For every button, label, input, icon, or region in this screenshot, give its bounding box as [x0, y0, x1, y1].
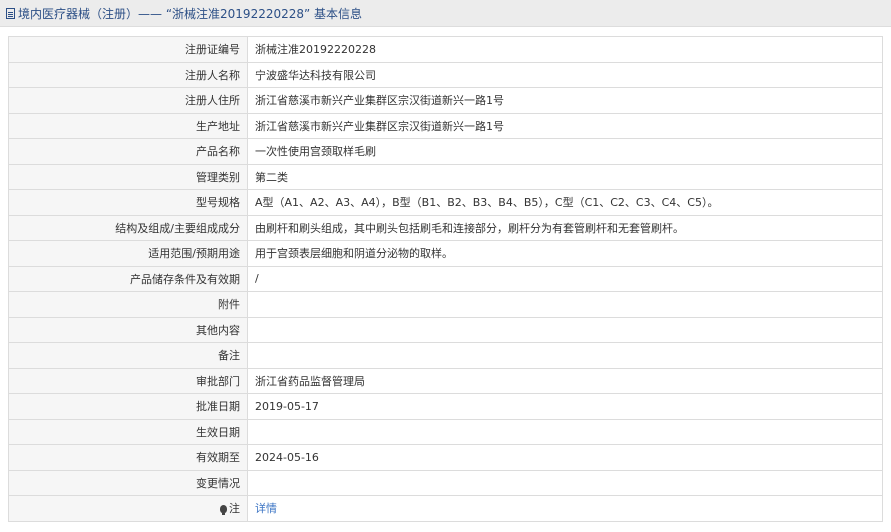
- field-value: 浙江省慈溪市新兴产业集群区宗汉街道新兴一路1号: [247, 87, 883, 114]
- table-row: 产品储存条件及有效期 /: [8, 265, 883, 292]
- table-row: 批准日期 2019-05-17: [8, 393, 883, 420]
- table-row: 注册人名称 宁波盛华达科技有限公司: [8, 61, 883, 88]
- document-icon: [6, 7, 15, 19]
- note-row: 注 详情: [8, 495, 883, 522]
- details-link[interactable]: 详情: [255, 502, 277, 515]
- field-label: 附件: [8, 291, 248, 318]
- table-row: 审批部门 浙江省药品监督管理局: [8, 367, 883, 394]
- table-row: 型号规格 A型（A1、A2、A3、A4），B型（B1、B2、B3、B4、B5），C…: [8, 189, 883, 216]
- table-row: 其他内容: [8, 316, 883, 343]
- field-value: [247, 316, 883, 343]
- table-row: 有效期至 2024-05-16: [8, 444, 883, 471]
- field-label: 适用范围/预期用途: [8, 240, 248, 267]
- field-value: [247, 291, 883, 318]
- field-value: /: [247, 265, 883, 292]
- field-label: 生效日期: [8, 418, 248, 445]
- info-table: 注册证编号 浙械注准20192220228 注册人名称 宁波盛华达科技有限公司 注册人住…: [8, 36, 883, 522]
- field-value: 宁波盛华达科技有限公司: [247, 61, 883, 88]
- field-label: 有效期至: [8, 444, 248, 471]
- field-label: 产品储存条件及有效期: [8, 265, 248, 292]
- field-label: 审批部门: [8, 367, 248, 394]
- field-label: 注册人名称: [8, 61, 248, 88]
- table-row: 产品名称 一次性使用宫颈取样毛刷: [8, 138, 883, 165]
- table-row: 变更情况: [8, 469, 883, 496]
- field-label: 批准日期: [8, 393, 248, 420]
- table-row: 注册人住所 浙江省慈溪市新兴产业集群区宗汉街道新兴一路1号: [8, 87, 883, 114]
- field-value: [247, 469, 883, 496]
- field-value: 2024-05-16: [247, 444, 883, 471]
- table-row: 结构及组成/主要组成成分 由刷杆和刷头组成，其中刷头包括刷毛和连接部分，刷杆分为有…: [8, 214, 883, 241]
- field-label: 产品名称: [8, 138, 248, 165]
- field-value: 用于宫颈表层细胞和阴道分泌物的取样。: [247, 240, 883, 267]
- field-label: 型号规格: [8, 189, 248, 216]
- field-value: 一次性使用宫颈取样毛刷: [247, 138, 883, 165]
- page-header: 境内医疗器械（注册）—— “浙械注准20192220228” 基本信息: [0, 0, 891, 27]
- table-row: 生效日期: [8, 418, 883, 445]
- field-value: A型（A1、A2、A3、A4），B型（B1、B2、B3、B4、B5），C型（C1…: [247, 189, 883, 216]
- field-label: 其他内容: [8, 316, 248, 343]
- field-value: 浙械注准20192220228: [247, 36, 883, 63]
- field-label: 注册人住所: [8, 87, 248, 114]
- field-label: 管理类别: [8, 163, 248, 190]
- table-row: 适用范围/预期用途 用于宫颈表层细胞和阴道分泌物的取样。: [8, 240, 883, 267]
- field-label: 备注: [8, 342, 248, 369]
- note-label-cell: 注: [8, 495, 248, 522]
- note-label: 注: [229, 502, 240, 516]
- table-row: 备注: [8, 342, 883, 369]
- field-label: 注册证编号: [8, 36, 248, 63]
- info-table-body: 注册证编号 浙械注准20192220228 注册人名称 宁波盛华达科技有限公司 注册人住…: [8, 36, 883, 522]
- table-row: 管理类别 第二类: [8, 163, 883, 190]
- bulb-icon: [220, 505, 227, 516]
- field-value: 浙江省药品监督管理局: [247, 367, 883, 394]
- note-value-cell: 详情: [247, 495, 883, 522]
- table-row: 注册证编号 浙械注准20192220228: [8, 36, 883, 63]
- table-row: 附件: [8, 291, 883, 318]
- field-label: 变更情况: [8, 469, 248, 496]
- field-value: 由刷杆和刷头组成，其中刷头包括刷毛和连接部分，刷杆分为有套管刷杆和无套管刷杆。: [247, 214, 883, 241]
- field-value: [247, 418, 883, 445]
- page-title: 境内医疗器械（注册）—— “浙械注准20192220228” 基本信息: [18, 6, 363, 21]
- field-label: 结构及组成/主要组成成分: [8, 214, 248, 241]
- field-value: 第二类: [247, 163, 883, 190]
- field-value: 2019-05-17: [247, 393, 883, 420]
- table-row: 生产地址 浙江省慈溪市新兴产业集群区宗汉街道新兴一路1号: [8, 112, 883, 139]
- field-label: 生产地址: [8, 112, 248, 139]
- field-value: 浙江省慈溪市新兴产业集群区宗汉街道新兴一路1号: [247, 112, 883, 139]
- field-value: [247, 342, 883, 369]
